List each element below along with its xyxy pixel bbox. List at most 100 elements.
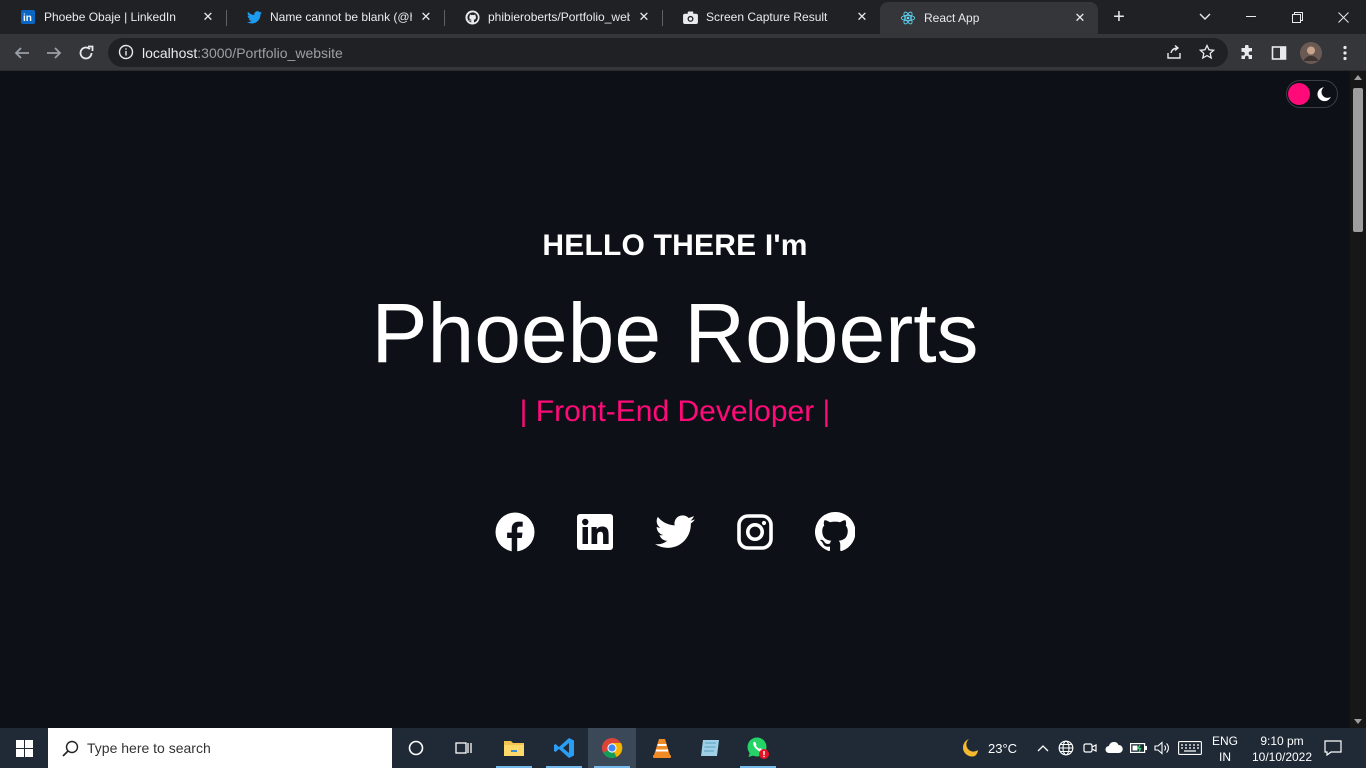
browser-toolbar: localhost:3000/Portfolio_website	[0, 34, 1366, 71]
meet-now-icon[interactable]	[1081, 739, 1099, 757]
forward-button[interactable]	[41, 40, 67, 66]
page-scrollbar[interactable]	[1350, 71, 1366, 728]
linkedin-icon	[577, 514, 613, 550]
side-panel-button[interactable]	[1266, 40, 1292, 66]
whatsapp-button[interactable]	[734, 728, 782, 768]
extensions-button[interactable]	[1234, 40, 1260, 66]
file-explorer-button[interactable]	[490, 728, 538, 768]
scroll-thumb[interactable]	[1353, 88, 1363, 232]
task-view-icon	[455, 742, 472, 754]
twitter-icon	[246, 9, 262, 25]
vlc-button[interactable]	[638, 728, 686, 768]
close-icon[interactable]: ✕	[636, 9, 652, 25]
twitter-link[interactable]	[655, 512, 695, 552]
close-icon[interactable]: ✕	[418, 9, 434, 25]
tab-title: React App	[924, 11, 980, 25]
cortana-button[interactable]	[392, 728, 440, 768]
language-indicator[interactable]: ENG IN	[1208, 733, 1242, 765]
close-icon[interactable]: ✕	[854, 9, 870, 25]
linkedin-link[interactable]	[575, 512, 615, 552]
chevron-down-icon	[1199, 13, 1211, 20]
share-icon[interactable]	[1166, 44, 1182, 65]
tab-search-button[interactable]	[1182, 0, 1228, 34]
instagram-link[interactable]	[735, 512, 775, 552]
windows-logo-icon	[15, 739, 33, 757]
search-icon	[62, 740, 79, 757]
windows-taskbar: Type here to search 23°C ENG IN 9:10 pm …	[0, 728, 1366, 768]
new-tab-button[interactable]: +	[1108, 6, 1130, 28]
globe-icon[interactable]	[1057, 739, 1075, 757]
language-code: ENG	[1211, 734, 1238, 748]
kebab-menu-icon	[1343, 45, 1347, 61]
speaker-icon[interactable]	[1153, 739, 1171, 757]
clock-time: 9:10 pm	[1260, 734, 1304, 748]
profile-avatar[interactable]	[1298, 40, 1324, 66]
task-view-button[interactable]	[440, 728, 488, 768]
close-icon	[1337, 11, 1349, 23]
reload-button[interactable]	[73, 40, 99, 66]
scroll-down-arrow[interactable]	[1354, 719, 1362, 724]
notes-icon	[701, 740, 719, 756]
facebook-link[interactable]	[495, 512, 535, 552]
weather-temperature[interactable]: 23°C	[988, 741, 1017, 756]
taskbar-search-input[interactable]: Type here to search	[48, 728, 392, 768]
tab-github[interactable]: phibieroberts/Portfolio_webs ✕	[444, 0, 662, 34]
side-panel-icon	[1271, 46, 1287, 60]
region-code: IN	[1219, 750, 1231, 764]
tab-twitter[interactable]: Name cannot be blank (@hac ✕	[226, 0, 444, 34]
vscode-button[interactable]	[540, 728, 588, 768]
tab-title: phibieroberts/Portfolio_webs	[488, 10, 630, 24]
theme-toggle[interactable]	[1286, 80, 1338, 108]
search-placeholder: Type here to search	[87, 740, 211, 756]
chevron-up-icon[interactable]	[1034, 739, 1052, 757]
moon-icon	[1315, 85, 1333, 103]
address-bar[interactable]: localhost:3000/Portfolio_website	[108, 38, 1228, 67]
notes-app-button[interactable]	[686, 728, 734, 768]
battery-icon[interactable]	[1130, 739, 1148, 757]
start-button[interactable]	[0, 728, 48, 768]
browser-tab-bar: in Phoebe Obaje | LinkedIn ✕ Name cannot…	[0, 0, 1366, 34]
github-icon	[815, 512, 855, 552]
github-link[interactable]	[815, 512, 855, 552]
svg-text:in: in	[23, 13, 32, 24]
close-window-button[interactable]	[1320, 0, 1366, 34]
tab-title: Phoebe Obaje | LinkedIn	[44, 10, 176, 24]
social-links	[495, 512, 855, 554]
scroll-up-arrow[interactable]	[1354, 75, 1362, 80]
minimize-button[interactable]	[1228, 0, 1274, 34]
close-icon[interactable]: ✕	[1072, 10, 1088, 26]
notification-center-icon[interactable]	[1323, 739, 1343, 757]
folder-icon	[504, 741, 524, 756]
touch-keyboard-icon[interactable]	[1178, 739, 1202, 757]
arrow-left-icon	[14, 47, 29, 59]
tab-title: Name cannot be blank (@hac	[270, 10, 412, 24]
url-path: :3000/Portfolio_website	[197, 45, 343, 61]
clock[interactable]: 9:10 pm 10/10/2022	[1244, 733, 1320, 765]
close-icon[interactable]: ✕	[200, 9, 216, 25]
clock-date: 10/10/2022	[1251, 750, 1313, 764]
toggle-knob	[1288, 83, 1310, 105]
url-text: localhost:3000/Portfolio_website	[142, 45, 343, 61]
info-icon[interactable]	[118, 44, 134, 65]
whatsapp-icon	[747, 737, 769, 759]
greeting-text: HELLO THERE I'm	[542, 229, 808, 262]
avatar-icon	[1300, 42, 1322, 64]
restore-button[interactable]	[1274, 0, 1320, 34]
bookmark-star-icon[interactable]	[1198, 43, 1216, 65]
react-icon	[900, 10, 916, 26]
menu-button[interactable]	[1332, 40, 1358, 66]
facebook-icon	[495, 512, 535, 552]
github-icon	[464, 9, 480, 25]
reload-icon	[79, 45, 94, 60]
tab-title: Screen Capture Result	[706, 10, 828, 24]
back-button[interactable]	[9, 40, 35, 66]
chrome-button[interactable]	[588, 728, 636, 768]
vlc-icon	[653, 739, 671, 758]
onedrive-cloud-icon[interactable]	[1105, 739, 1123, 757]
weather-moon-icon[interactable]	[958, 736, 982, 760]
tab-linkedin[interactable]: in Phoebe Obaje | LinkedIn ✕	[0, 0, 226, 34]
arrow-right-icon	[47, 47, 62, 59]
hero-name: Phoebe Roberts	[371, 286, 979, 380]
tab-screen-capture[interactable]: Screen Capture Result ✕	[662, 0, 880, 34]
tab-react-app[interactable]: React App ✕	[880, 2, 1098, 34]
